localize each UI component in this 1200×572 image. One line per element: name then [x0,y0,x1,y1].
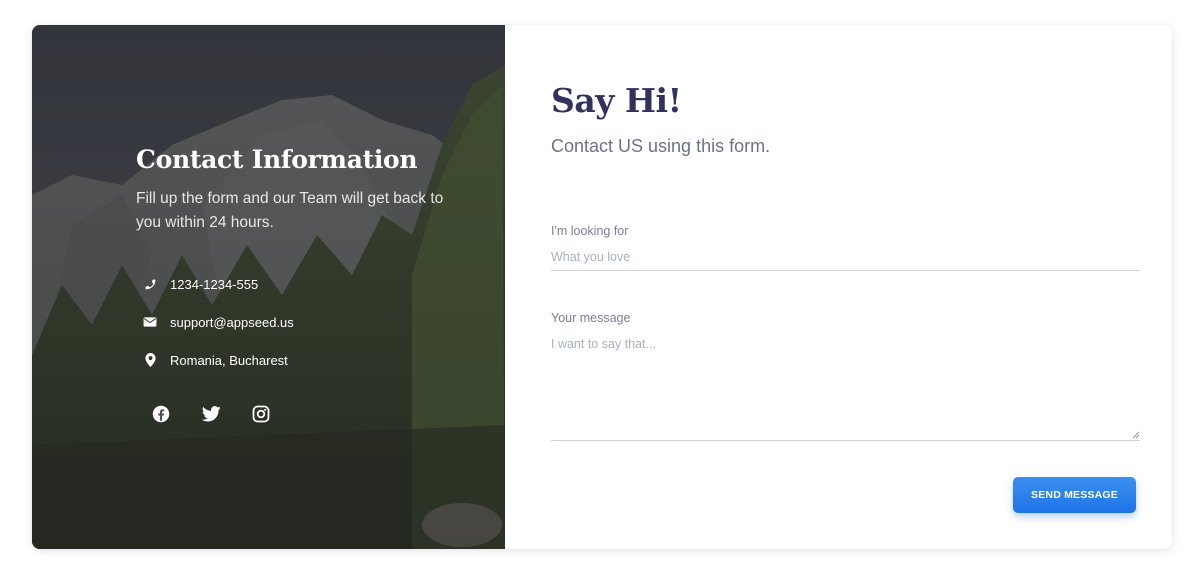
contact-info-title: Contact Information [136,145,418,174]
form-subtitle: Contact US using this form. [551,136,771,156]
looking-for-input[interactable] [551,247,1140,271]
send-message-button[interactable]: SEND MESSAGE [1013,477,1136,513]
contact-email-text: support@appseed.us [170,314,294,330]
envelope-icon [142,314,158,330]
message-label: Your message [551,311,631,325]
phone-icon [142,276,158,292]
facebook-icon[interactable] [150,403,172,425]
resize-handle-icon[interactable] [1132,431,1140,439]
contact-form-panel: Say Hi! Contact US using this form. I'm … [505,25,1172,549]
contact-card: Contact Information Fill up the form and… [32,25,1172,549]
form-title: Say Hi! [551,81,682,120]
contact-details-list: 1234-1234-555 support@appseed.us Romania… [142,265,466,379]
map-pin-icon [142,352,158,368]
instagram-icon[interactable] [250,403,272,425]
message-textarea[interactable] [551,335,1140,441]
contact-phone: 1234-1234-555 [142,265,466,303]
contact-email: support@appseed.us [142,303,466,341]
contact-location-text: Romania, Bucharest [170,352,288,368]
contact-info-panel: Contact Information Fill up the form and… [32,25,505,549]
contact-location: Romania, Bucharest [142,341,466,379]
twitter-icon[interactable] [200,403,222,425]
contact-phone-text: 1234-1234-555 [170,276,259,292]
looking-for-label: I'm looking for [551,224,629,238]
social-links [150,403,466,425]
contact-info-description: Fill up the form and our Team will get b… [136,190,444,231]
contact-info-content: Contact Information Fill up the form and… [136,143,466,425]
